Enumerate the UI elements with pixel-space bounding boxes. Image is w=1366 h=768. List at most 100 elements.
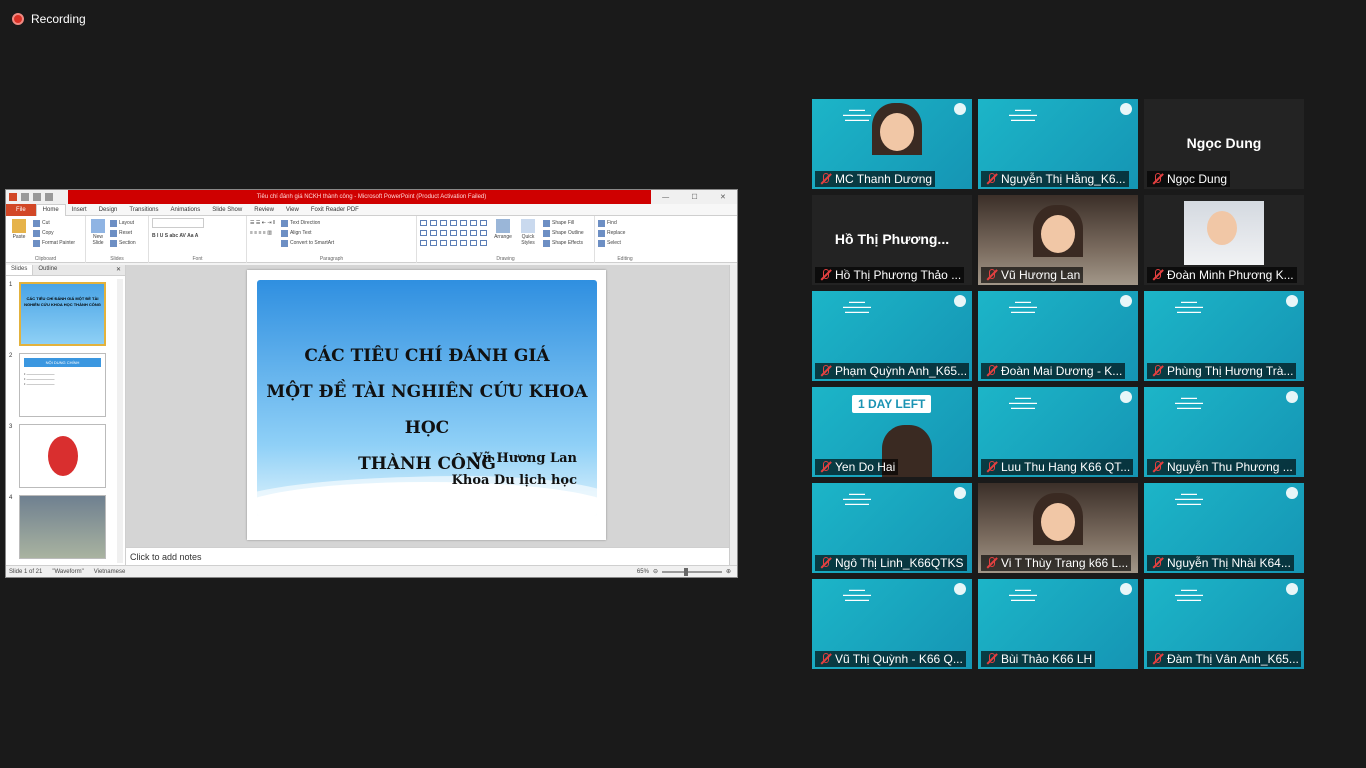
font-format-buttons[interactable]: B I U S abc AV Aa A — [152, 231, 243, 241]
language[interactable]: Vietnamese — [94, 569, 126, 575]
current-slide[interactable]: CÁC TIÊU CHÍ ĐÁNH GIÁ MỘT ĐỀ TÀI NGHIÊN … — [247, 270, 606, 540]
participant-tile[interactable]: ▬▬▬▬ ▬▬▬▬▬▬▬ ▬▬▬▬▬▬ Đàm Thị Vân Anh_K65... — [1144, 579, 1304, 669]
reset-button[interactable]: Reset — [110, 228, 136, 238]
redo-icon[interactable] — [45, 193, 53, 201]
zoom-in-icon[interactable]: ⊕ — [726, 568, 731, 575]
notes-pane[interactable]: Click to add notes — [126, 547, 729, 565]
tab-foxit[interactable]: Foxit Reader PDF — [305, 207, 365, 213]
participant-name-label: Đoàn Mai Dương - K... — [981, 363, 1126, 379]
save-icon[interactable] — [21, 193, 29, 201]
participant-name: Đoàn Mai Dương - K... — [1001, 364, 1123, 378]
participant-tile[interactable]: Vi T Thùy Trang k66 L... — [978, 483, 1138, 573]
participant-name: Vũ Thị Quỳnh - K66 Q... — [835, 652, 963, 666]
participant-name-label: Hồ Thị Phương Thảo ... — [815, 267, 965, 283]
align-buttons[interactable]: ≡ ≡ ≡ ≡ ▥ — [250, 228, 275, 238]
participant-face — [880, 113, 914, 151]
tab-slides-panel[interactable]: Slides — [6, 265, 34, 275]
participant-tile[interactable]: ▬▬▬▬ ▬▬▬▬▬▬▬ ▬▬▬▬▬▬ Bùi Thảo K66 LH — [978, 579, 1138, 669]
participant-tile[interactable]: 1 DAY LEFT Yen Do Hai — [812, 387, 972, 477]
tab-home[interactable]: Home — [35, 203, 66, 216]
participant-name-label: Nguyễn Thu Phương ... — [1147, 459, 1296, 475]
slide-thumb-2[interactable]: 2 NỘI DUNG CHÍNH • ——————— • ——————— • ————… — [9, 353, 106, 417]
participant-tile[interactable]: Đoàn Minh Phương K... — [1144, 195, 1304, 285]
tab-view[interactable]: View — [280, 207, 305, 213]
participant-tile[interactable]: ▬▬▬▬ ▬▬▬▬▬▬▬ ▬▬▬▬▬▬ Vũ Thị Quỳnh - K66 Q... — [812, 579, 972, 669]
participant-name-label: Nguyễn Thị Nhài K64... — [1147, 555, 1294, 571]
participant-tile[interactable]: Vũ Hương Lan — [978, 195, 1138, 285]
shared-screen-powerpoint[interactable]: Tiêu chí đánh giá NCKH thành công - Micr… — [5, 189, 738, 578]
maximize-icon[interactable]: ☐ — [691, 193, 697, 201]
group-photo — [20, 496, 105, 558]
minimize-icon[interactable]: — — [662, 194, 669, 201]
section-button[interactable]: Section — [110, 238, 136, 248]
bullets-button[interactable]: ☰ ☰ ⇤ ⇥ ‖ — [250, 218, 275, 228]
mic-muted-icon — [1151, 653, 1163, 665]
participant-tile[interactable]: ▬▬▬▬ ▬▬▬▬▬▬▬ ▬▬▬▬▬▬ Đoàn Mai Dương - K... — [978, 291, 1138, 381]
select-button[interactable]: Select — [598, 238, 652, 248]
tab-file[interactable]: File — [6, 203, 36, 216]
align-text-button[interactable]: Align Text — [280, 228, 334, 238]
participant-tile[interactable]: ▬▬▬▬ ▬▬▬▬▬▬▬ ▬▬▬▬▬▬ Nguyễn Thị Nhài K64... — [1144, 483, 1304, 573]
layout-button[interactable]: Layout — [110, 218, 136, 228]
participant-tile[interactable]: ▬▬▬▬ ▬▬▬▬▬▬▬ ▬▬▬▬▬▬ Nguyễn Thu Phương ... — [1144, 387, 1304, 477]
tab-outline-panel[interactable]: Outline — [33, 265, 62, 275]
university-logo-icon — [1286, 295, 1298, 307]
close-panel-icon[interactable]: ✕ — [111, 265, 125, 275]
arrange-button[interactable]: Arrange — [493, 218, 513, 248]
slide-edit-area: CÁC TIÊU CHÍ ĐÁNH GIÁ MỘT ĐỀ TÀI NGHIÊN … — [126, 265, 737, 565]
find-button[interactable]: Find — [598, 218, 652, 228]
new-slide-button[interactable]: New Slide — [89, 218, 107, 248]
mic-muted-icon — [1151, 557, 1163, 569]
paste-button[interactable]: Paste — [9, 218, 29, 248]
mic-muted-icon — [819, 173, 831, 185]
participant-tile[interactable]: Ngọc Dung Ngọc Dung — [1144, 99, 1304, 189]
participant-name: Phùng Thị Hương Trà... — [1167, 364, 1294, 378]
zoom-slider[interactable] — [661, 567, 722, 576]
ribbon-tabs: File Home Insert Design Transitions Anim… — [6, 203, 737, 216]
tab-slide-show[interactable]: Slide Show — [206, 207, 248, 213]
quick-styles-button[interactable]: Quick Styles — [518, 218, 538, 248]
zoom-control[interactable]: 65% ⊖ ⊕ — [637, 567, 737, 576]
shape-effects-button[interactable]: Shape Effects — [543, 238, 584, 248]
participant-tile[interactable]: ▬▬▬▬ ▬▬▬▬▬▬▬ ▬▬▬▬▬▬ Luu Thu Hang K66 QT... — [978, 387, 1138, 477]
tab-review[interactable]: Review — [248, 207, 280, 213]
slide-thumb-3[interactable]: 3 — [9, 424, 106, 488]
slide-thumb-4[interactable]: 4 — [9, 495, 106, 559]
participant-name-label: Vũ Hương Lan — [981, 267, 1084, 283]
tab-design[interactable]: Design — [93, 207, 124, 213]
shapes-gallery[interactable] — [420, 220, 488, 248]
tab-animations[interactable]: Animations — [165, 207, 207, 213]
participant-tile[interactable]: ▬▬▬▬ ▬▬▬▬▬▬▬ ▬▬▬▬▬▬ Phùng Thị Hương Trà... — [1144, 291, 1304, 381]
title-line: CÁC TIÊU CHÍ ĐÁNH GIÁ — [304, 346, 550, 366]
close-icon[interactable]: ✕ — [720, 193, 726, 201]
replace-button[interactable]: Replace — [598, 228, 652, 238]
participant-tile[interactable]: ▬▬▬▬ ▬▬▬▬▬▬▬ ▬▬▬▬▬▬ Nguyễn Thị Hằng_K6... — [978, 99, 1138, 189]
text-direction-button[interactable]: Text Direction — [280, 218, 334, 228]
recording-indicator[interactable]: Recording — [12, 12, 86, 26]
undo-icon[interactable] — [33, 193, 41, 201]
participant-tile[interactable]: ▬▬▬▬ ▬▬▬▬▬▬▬ ▬▬▬▬▬▬ MC Thanh Dương — [812, 99, 972, 189]
participant-name: MC Thanh Dương — [835, 172, 933, 186]
group-editing: Find Replace Select Editing — [595, 216, 655, 263]
zoom-out-icon[interactable]: ⊖ — [653, 568, 658, 575]
slide-thumb-1[interactable]: 1 CÁC TIÊU CHÍ ĐÁNH GIÁ MỘT ĐỀ TÀI NGHIÊ… — [9, 282, 106, 346]
poster-graphic: ▬▬▬▬ ▬▬▬▬▬▬▬ ▬▬▬▬▬▬ — [1175, 491, 1203, 506]
window-controls: — ☐ ✕ — [651, 190, 737, 204]
participant-tile[interactable]: ▬▬▬▬ ▬▬▬▬▬▬▬ ▬▬▬▬▬▬ Phạm Quỳnh Anh_K65... — [812, 291, 972, 381]
university-logo-icon — [954, 487, 966, 499]
shape-outline-button[interactable]: Shape Outline — [543, 228, 584, 238]
recording-label: Recording — [31, 12, 86, 26]
font-name-select[interactable] — [152, 218, 204, 228]
participant-tile[interactable]: Hồ Thị Phương... Hồ Thị Phương Thảo ... — [812, 195, 972, 285]
tab-transitions[interactable]: Transitions — [123, 207, 164, 213]
thumb-number: 4 — [9, 495, 13, 501]
cut-button[interactable]: Cut — [33, 218, 75, 228]
participant-tile[interactable]: ▬▬▬▬ ▬▬▬▬▬▬▬ ▬▬▬▬▬▬ Ngô Thị Linh_K66QTKS — [812, 483, 972, 573]
slide-scrollbar[interactable] — [729, 265, 737, 565]
format-painter-button[interactable]: Format Painter — [33, 238, 75, 248]
tab-insert[interactable]: Insert — [66, 207, 93, 213]
copy-button[interactable]: Copy — [33, 228, 75, 238]
convert-smartart-button[interactable]: Convert to SmartArt — [280, 238, 334, 248]
shape-fill-button[interactable]: Shape Fill — [543, 218, 584, 228]
thumbs-scrollbar[interactable] — [117, 279, 123, 563]
